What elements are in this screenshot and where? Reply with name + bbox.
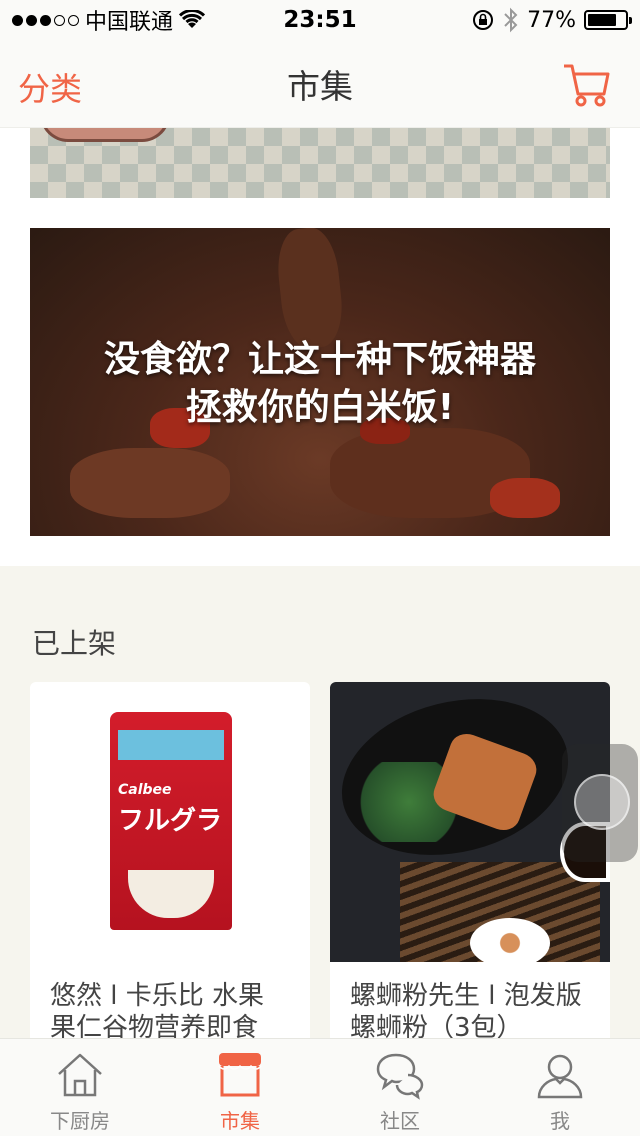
- tab-me[interactable]: 我: [480, 1039, 640, 1136]
- battery-icon: [584, 10, 632, 30]
- tab-market[interactable]: 市集: [160, 1039, 320, 1136]
- signal-strength-icon: [12, 14, 79, 26]
- granola-bag-image: Calbee フルグラ: [110, 712, 232, 930]
- rotation-lock-icon: [473, 10, 494, 30]
- bluetooth-icon: [504, 7, 518, 33]
- tab-label: 社区: [380, 1109, 420, 1133]
- market-icon: [218, 1053, 262, 1097]
- tab-label: 下厨房: [50, 1109, 110, 1133]
- listed-products-section: 已上架 Calbee フルグラ 悠然 l 卡乐比 水果果仁谷物营养即食 螺蛳粉先…: [0, 566, 640, 1062]
- product-title: 螺蛳粉先生 l 泡发版螺蛳粉（3包）: [350, 981, 582, 1043]
- tab-label: 市集: [220, 1109, 260, 1133]
- tab-bar: 下厨房 市集 社区 我: [0, 1038, 640, 1136]
- product-image-calbee: Calbee フルグラ: [30, 682, 310, 962]
- article-banner[interactable]: 没食欲？让这十种下饭神器 拯救你的白米饭!: [30, 228, 610, 536]
- tab-community[interactable]: 社区: [320, 1039, 480, 1136]
- article-title-line-1: 没食欲？让这十种下饭神器: [103, 339, 536, 380]
- tab-kitchen[interactable]: 下厨房: [0, 1039, 160, 1136]
- page-title: 市集: [287, 66, 353, 106]
- chat-bubbles-icon: [376, 1053, 424, 1100]
- promo-banner-top[interactable]: [30, 128, 610, 198]
- product-card[interactable]: Calbee フルグラ 悠然 l 卡乐比 水果果仁谷物营养即食: [30, 682, 310, 1062]
- category-button[interactable]: 分类: [18, 64, 82, 110]
- wifi-icon: [179, 10, 206, 28]
- house-icon: [58, 1053, 102, 1097]
- battery-percent: 77%: [527, 7, 576, 33]
- article-banner-title: 没食欲？让这十种下饭神器 拯救你的白米饭!: [30, 336, 610, 432]
- tab-label: 我: [550, 1109, 570, 1133]
- product-title: 悠然 l 卡乐比 水果果仁谷物营养即食: [50, 981, 265, 1043]
- carrier-label: 中国联通: [85, 10, 174, 35]
- section-title: 已上架: [32, 627, 117, 660]
- bag-brand-text: Calbee: [118, 782, 172, 798]
- product-card[interactable]: 螺蛳粉先生 l 泡发版螺蛳粉（3包）: [330, 682, 610, 1062]
- banner-dish-image: [40, 128, 170, 142]
- bag-name-text: フルグラ: [118, 806, 223, 836]
- nav-bar: 分类 市集: [0, 40, 640, 128]
- article-title-line-2: 拯救你的白米饭!: [185, 387, 455, 428]
- assistive-touch-button[interactable]: [562, 744, 638, 862]
- status-bar: 中国联通 23:51 77%: [0, 0, 640, 40]
- cart-icon[interactable]: [562, 62, 612, 108]
- person-icon: [537, 1054, 583, 1099]
- status-time: 23:51: [283, 7, 357, 33]
